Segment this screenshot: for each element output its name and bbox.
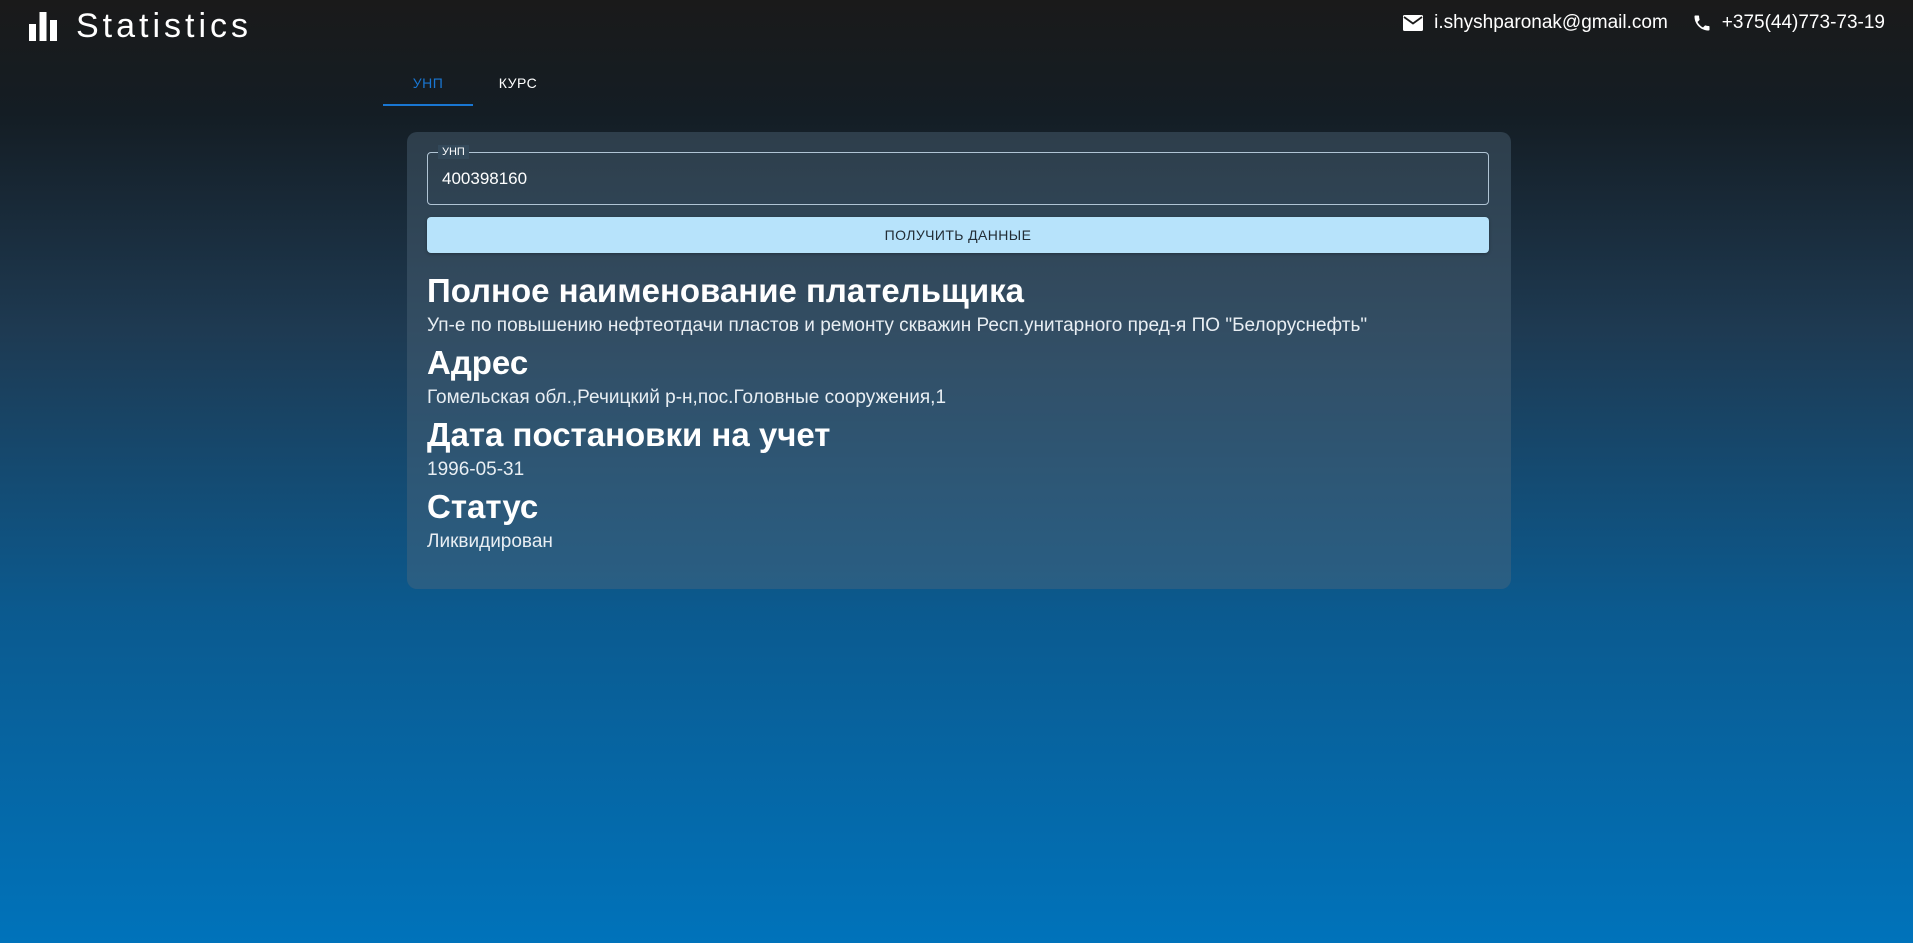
get-data-button[interactable]: ПОЛУЧИТЬ ДАННЫЕ: [427, 217, 1489, 253]
brand[interactable]: Statistics: [28, 8, 252, 44]
email-text: i.shyshparonak@gmail.com: [1434, 12, 1668, 33]
unp-field: УНП: [427, 145, 1489, 205]
status-heading: Статус: [427, 488, 539, 525]
tab-unp[interactable]: УНП: [383, 62, 473, 106]
address-value: Гомельская обл.,Речицкий р-н,пос.Головны…: [427, 387, 947, 408]
app-title: Statistics: [76, 7, 253, 45]
registration-date-value: 1996-05-31: [427, 459, 525, 480]
contacts: i.shyshparonak@gmail.com +375(44)773-73-…: [1402, 12, 1885, 34]
address-heading: Адрес: [427, 344, 529, 381]
lookup-card: УНП ПОЛУЧИТЬ ДАННЫЕ Полное наименование …: [407, 132, 1511, 589]
app-header: Statistics i.shyshparonak@gmail.com +375…: [0, 0, 1913, 54]
tab-bar: УНП КУРС: [383, 62, 563, 106]
full-name-heading: Полное наименование плательщика: [427, 272, 1025, 309]
bar-chart-icon: [28, 11, 58, 41]
payer-details: Полное наименование плательщика Уп-е по …: [427, 272, 1489, 560]
status-value: Ликвидирован: [427, 531, 553, 552]
phone-icon: [1692, 13, 1722, 33]
phone-text: +375(44)773-73-19: [1721, 12, 1885, 33]
email-contact[interactable]: i.shyshparonak@gmail.com: [1402, 12, 1668, 34]
unp-input[interactable]: [442, 169, 1462, 189]
registration-date-heading: Дата постановки на учет: [427, 416, 831, 453]
unp-field-label: УНП: [438, 145, 469, 159]
tab-rate[interactable]: КУРС: [473, 62, 563, 104]
mail-icon: [1402, 14, 1434, 32]
phone-contact[interactable]: +375(44)773-73-19: [1692, 12, 1885, 34]
full-name-value: Уп-е по повышению нефтеотдачи пластов и …: [427, 315, 1368, 336]
